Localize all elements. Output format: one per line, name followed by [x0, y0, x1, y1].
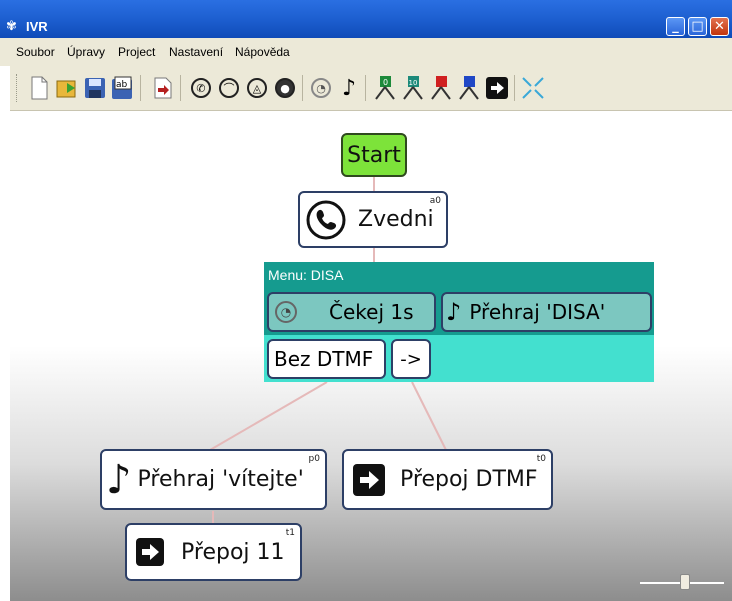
svg-text:ab: ab [116, 80, 128, 90]
wait-button[interactable]: ◔ Čekej 1s [267, 292, 436, 332]
export-icon[interactable] [150, 74, 176, 102]
transfer-11-node[interactable]: Přepoj 11 t1 [125, 523, 302, 581]
maximize-button[interactable]: □ [688, 17, 707, 36]
play-welcome-node[interactable]: ♪ Přehraj 'vítejte' p0 [100, 449, 327, 510]
transfer-icon [136, 538, 164, 566]
menu-upravy[interactable]: Úpravy [67, 45, 105, 59]
toolbar-grip[interactable] [16, 74, 20, 102]
menu-soubor[interactable]: Soubor [16, 45, 55, 59]
zoom-thumb[interactable] [680, 574, 690, 590]
transfer-11-label: Přepoj 11 [181, 539, 285, 565]
menu-nastaveni[interactable]: Nastavení [169, 45, 223, 59]
start-node[interactable]: Start [341, 133, 407, 177]
new-document-icon[interactable] [26, 74, 52, 102]
transfer-icon [353, 463, 385, 496]
save-as-icon[interactable]: ab [110, 74, 136, 102]
menu-project[interactable]: Project [118, 45, 155, 59]
transfer-dtmf-node[interactable]: Přepoj DTMF t0 [342, 449, 553, 510]
clock-icon: ◔ [275, 301, 297, 323]
phone-answer-icon[interactable]: ✆ [188, 74, 214, 102]
bell-icon[interactable]: ● [272, 74, 298, 102]
no-dtmf-button[interactable]: Bez DTMF [267, 339, 386, 379]
start-label: Start [347, 142, 401, 168]
menu-arrow-button[interactable]: -> [391, 339, 431, 379]
phone-icon [306, 200, 346, 239]
clock-icon[interactable]: ◔ [308, 74, 334, 102]
no-dtmf-label: Bez DTMF [274, 347, 374, 371]
close-button[interactable]: ✕ [710, 17, 729, 36]
transfer-11-tag: t1 [285, 528, 295, 538]
answer-node[interactable]: Zvedni a0 [298, 191, 448, 248]
menu-napoveda[interactable]: Nápověda [235, 45, 290, 59]
toolbar: ab ✆ ⌒ ◬ ● ◔ ♪ 0 10 [10, 66, 732, 111]
window-title: IVR [26, 19, 48, 34]
minimize-icon: _ [672, 19, 679, 34]
play-disa-button[interactable]: ♪ Přehraj 'DISA' [441, 292, 652, 332]
dtmf-0-icon[interactable]: 0 [372, 74, 398, 102]
close-icon: ✕ [714, 19, 725, 34]
menu-arrow-label: -> [400, 348, 422, 370]
connector-answer-menu [373, 248, 375, 262]
transfer-icon[interactable] [484, 74, 510, 102]
dtmf-0-label: 0 [383, 78, 388, 87]
alarm-icon[interactable]: ◬ [244, 74, 270, 102]
dtmf-red-icon[interactable] [428, 74, 454, 102]
dtmf-10-label: 10 [409, 79, 418, 87]
play-disa-label: Přehraj 'DISA' [469, 300, 606, 324]
zoom-slider[interactable] [640, 573, 730, 593]
save-icon[interactable] [82, 74, 108, 102]
transfer-dtmf-label: Přepoj DTMF [400, 467, 538, 492]
menu-disa-block[interactable]: Menu: DISA ◔ Čekej 1s ♪ Přehraj 'DISA' B… [264, 262, 654, 382]
dtmf-10-icon[interactable]: 10 [400, 74, 426, 102]
music-note-icon[interactable]: ♪ [336, 74, 362, 102]
dtmf-blue-icon[interactable] [456, 74, 482, 102]
answer-label: Zvedni [358, 207, 434, 232]
wait-label: Čekej 1s [329, 300, 414, 324]
title-bar: ✾ IVR _ □ ✕ [0, 0, 732, 38]
menu-title: Menu: DISA [264, 262, 654, 289]
music-note-icon: ♪ [106, 456, 132, 503]
answer-tag: a0 [429, 196, 441, 206]
maximize-icon: □ [691, 19, 704, 34]
transfer-dtmf-tag: t0 [536, 454, 546, 464]
open-folder-icon[interactable] [54, 74, 80, 102]
flow-canvas[interactable]: Start Zvedni a0 Menu: DISA ◔ Čekej 1s ♪ … [10, 111, 732, 601]
minimize-button[interactable]: _ [666, 17, 685, 36]
play-welcome-label: Přehraj 'vítejte' [137, 467, 304, 492]
collapse-icon[interactable] [520, 74, 546, 102]
music-note-icon: ♪ [446, 298, 462, 326]
play-welcome-tag: p0 [308, 454, 320, 464]
connector-start-answer [373, 177, 375, 191]
app-icon: ✾ [6, 19, 17, 34]
hangup-icon[interactable]: ⌒ [216, 74, 242, 102]
menu-bar: Soubor Úpravy Project Nastavení Nápověda [0, 38, 732, 66]
